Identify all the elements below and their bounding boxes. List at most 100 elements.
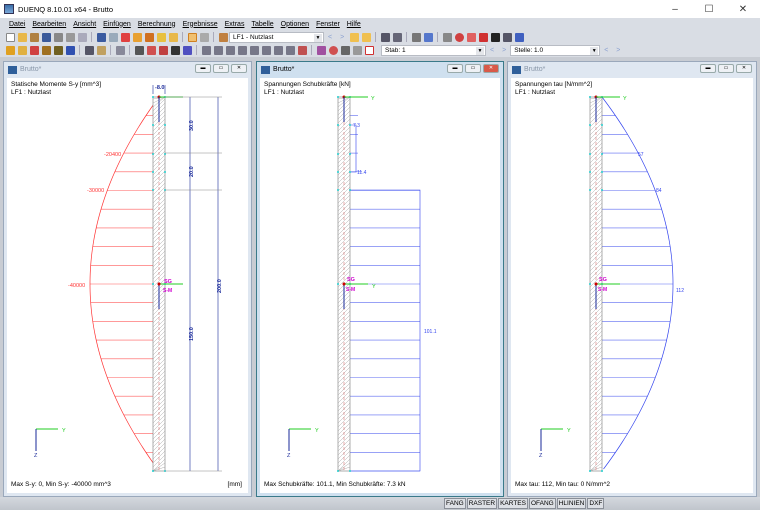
- display-icon[interactable]: [171, 46, 180, 55]
- i-section-icon[interactable]: [66, 46, 75, 55]
- pane-restore-button[interactable]: ▭: [718, 64, 734, 73]
- results-icon[interactable]: [350, 33, 359, 42]
- save-as-icon[interactable]: [54, 33, 63, 42]
- chevron-down-icon[interactable]: ▼: [590, 47, 598, 55]
- line-icon[interactable]: [18, 46, 27, 55]
- status-raster[interactable]: RASTER: [467, 498, 497, 509]
- status-ofang[interactable]: OFANG: [529, 498, 556, 509]
- element-icon[interactable]: [30, 46, 39, 55]
- chevron-down-icon[interactable]: ▼: [314, 34, 322, 42]
- rotate-icon[interactable]: [491, 33, 500, 42]
- cross-icon[interactable]: [365, 46, 374, 55]
- minimize-button[interactable]: –: [658, 0, 692, 18]
- zoom-icon[interactable]: [133, 33, 142, 42]
- pane-minimize-button[interactable]: ▬: [195, 64, 211, 73]
- pane-minimize-button[interactable]: ▬: [447, 64, 463, 73]
- bracket-icon[interactable]: [353, 46, 362, 55]
- properties-icon[interactable]: [157, 33, 166, 42]
- next-stab-icon[interactable]: >: [502, 47, 506, 54]
- menu-datei[interactable]: Datei: [9, 21, 25, 28]
- align-icon[interactable]: [183, 46, 192, 55]
- undo-icon[interactable]: [97, 33, 106, 42]
- pane-shear-forces[interactable]: Brutto* ▬▭✕ 7.3 11.4 101.1 SG S-M Y Y Y …: [256, 61, 504, 497]
- new-file-icon[interactable]: [6, 33, 15, 42]
- search-icon[interactable]: [147, 46, 156, 55]
- menu-fenster[interactable]: Fenster: [316, 21, 340, 28]
- qz-icon[interactable]: [214, 46, 223, 55]
- stelle-select[interactable]: Stelle: 1.0▼: [510, 45, 600, 56]
- status-dxf[interactable]: DXF: [587, 498, 604, 509]
- link-icon[interactable]: [443, 33, 452, 42]
- loadcase-select[interactable]: LF1 - Nutzlast▼: [229, 32, 324, 43]
- prev-loadcase-icon[interactable]: <: [328, 34, 332, 41]
- folder-icon[interactable]: [169, 33, 178, 42]
- view-table-icon[interactable]: [200, 33, 209, 42]
- prev-stelle-icon[interactable]: <: [604, 47, 608, 54]
- status-fang[interactable]: FANG: [444, 498, 466, 509]
- settings-icon[interactable]: [424, 33, 433, 42]
- maximize-button[interactable]: ☐: [692, 0, 726, 18]
- menu-optionen[interactable]: Optionen: [281, 21, 309, 28]
- delete-icon[interactable]: [479, 33, 488, 42]
- diagram-canvas[interactable]: 7.3 11.4 101.1 SG S-M Y Y Y Z Spannungen…: [260, 78, 500, 493]
- qy-icon[interactable]: [202, 46, 211, 55]
- tau-y-icon[interactable]: [262, 46, 271, 55]
- next-loadcase-icon[interactable]: >: [340, 34, 344, 41]
- print-preview-icon[interactable]: [78, 33, 87, 42]
- pane-close-button[interactable]: ✕: [231, 64, 247, 73]
- section-icon[interactable]: [381, 33, 390, 42]
- grid-icon[interactable]: [393, 33, 402, 42]
- status-kartes[interactable]: KARTES: [498, 498, 528, 509]
- label-icon[interactable]: [97, 46, 106, 55]
- diagram-canvas[interactable]: -20400 -30000 -40000 -8.0 30.0 20.0 150.…: [7, 78, 248, 493]
- target-icon[interactable]: [145, 33, 154, 42]
- menu-berechnung[interactable]: Berechnung: [138, 21, 176, 28]
- diamond-icon[interactable]: [317, 46, 326, 55]
- results-values-icon[interactable]: [362, 33, 371, 42]
- sigma-icon[interactable]: [226, 46, 235, 55]
- menu-extras[interactable]: Extras: [225, 21, 245, 28]
- table-icon[interactable]: [341, 46, 350, 55]
- menu-tabelle[interactable]: Tabelle: [251, 21, 273, 28]
- pane-close-button[interactable]: ✕: [483, 64, 499, 73]
- frame-icon[interactable]: [116, 46, 125, 55]
- prev-stab-icon[interactable]: <: [490, 47, 494, 54]
- share-icon[interactable]: [515, 33, 524, 42]
- edit-icon[interactable]: [121, 33, 130, 42]
- tau-z-icon[interactable]: [274, 46, 283, 55]
- print-icon[interactable]: [66, 33, 75, 42]
- zoom-out-icon[interactable]: [159, 46, 168, 55]
- tau-icon[interactable]: [250, 46, 259, 55]
- pane-restore-button[interactable]: ▭: [213, 64, 229, 73]
- pane-close-button[interactable]: ✕: [736, 64, 752, 73]
- menu-einfuegen[interactable]: Einfügen: [103, 21, 131, 28]
- loadcase-icon[interactable]: [219, 33, 228, 42]
- save-icon[interactable]: [42, 33, 51, 42]
- stab-select[interactable]: Stab: 1▼: [381, 45, 486, 56]
- tau-v-icon[interactable]: [286, 46, 295, 55]
- next-stelle-icon[interactable]: >: [616, 47, 620, 54]
- redo-icon[interactable]: [109, 33, 118, 42]
- arrow-icon[interactable]: [42, 46, 51, 55]
- dimension-icon[interactable]: [85, 46, 94, 55]
- menu-bearbeiten[interactable]: Bearbeiten: [32, 21, 66, 28]
- view-single-icon[interactable]: [188, 33, 197, 42]
- stress-icon[interactable]: [298, 46, 307, 55]
- pane-restore-button[interactable]: ▭: [465, 64, 481, 73]
- warning-icon[interactable]: [467, 33, 476, 42]
- camera-icon[interactable]: [503, 33, 512, 42]
- status-hlinien[interactable]: HLINIEN: [557, 498, 587, 509]
- open-icon[interactable]: [30, 33, 39, 42]
- close-button[interactable]: ✕: [726, 0, 760, 18]
- render-icon[interactable]: [412, 33, 421, 42]
- mesh-icon[interactable]: [135, 46, 144, 55]
- pane-minimize-button[interactable]: ▬: [700, 64, 716, 73]
- pane-tau-stresses[interactable]: Brutto* ▬▭✕ 57 84 112 SG S-M Y Y Z Spann…: [507, 61, 757, 497]
- chevron-down-icon[interactable]: ▼: [476, 47, 484, 55]
- circle-icon[interactable]: [329, 46, 338, 55]
- menu-ansicht[interactable]: Ansicht: [73, 21, 96, 28]
- filter-icon[interactable]: [54, 46, 63, 55]
- diagram-canvas[interactable]: 57 84 112 SG S-M Y Y Z Spannungen tau [N…: [511, 78, 753, 493]
- sigma-max-icon[interactable]: [238, 46, 247, 55]
- pane-static-moments[interactable]: Brutto* ▬▭✕ -20400 -30000 -40000 -8.0 30…: [3, 61, 252, 497]
